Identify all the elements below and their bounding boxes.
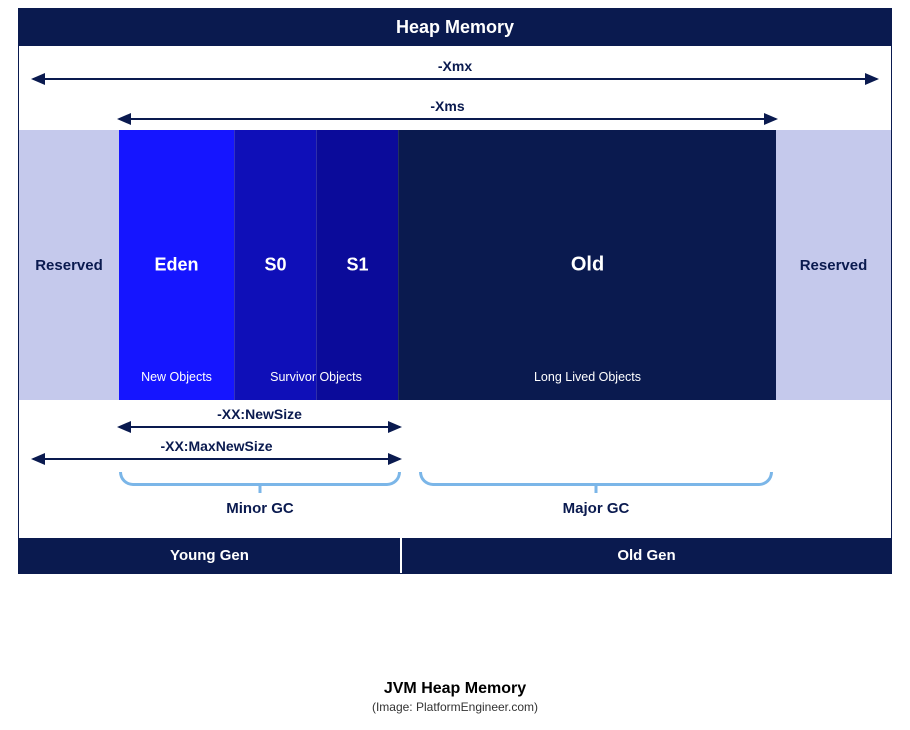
- minor-gc-brace: [119, 472, 401, 486]
- generation-row: Young Gen Old Gen: [19, 538, 891, 573]
- diagram-container: Heap Memory -Xmx -Xms Reserved Eden New …: [18, 8, 892, 574]
- caption: JVM Heap Memory (Image: PlatformEngineer…: [0, 680, 910, 714]
- caption-source: (Image: PlatformEngineer.com): [0, 700, 910, 714]
- old-gen-label: Old Gen: [402, 538, 891, 573]
- major-gc-label: Major GC: [419, 500, 773, 517]
- young-gen-label: Young Gen: [19, 538, 402, 573]
- newsize-label: -XX:NewSize: [119, 406, 400, 422]
- major-gc-brace: [419, 472, 773, 486]
- old-space: Old Long Lived Objects: [398, 130, 776, 400]
- eden-space: Eden New Objects: [119, 130, 234, 400]
- maxnewsize-label: -XX:MaxNewSize: [33, 438, 400, 454]
- xmx-arrow: -Xmx: [33, 78, 877, 80]
- eden-sub: New Objects: [119, 370, 234, 384]
- top-arrows-region: -Xmx -Xms: [19, 46, 891, 130]
- reserved-left: Reserved: [19, 130, 119, 400]
- old-title: Old: [399, 254, 776, 277]
- survivor-sub: Survivor Objects: [234, 370, 398, 384]
- memory-row: Reserved Eden New Objects Survivor Space…: [19, 130, 891, 400]
- xms-label: -Xms: [119, 98, 776, 114]
- xmx-label: -Xmx: [33, 58, 877, 74]
- reserved-right: Reserved: [776, 130, 891, 400]
- old-sub: Long Lived Objects: [399, 370, 776, 384]
- bottom-arrows-region: -XX:NewSize -XX:MaxNewSize: [19, 400, 891, 468]
- eden-title: Eden: [119, 255, 234, 276]
- xms-arrow: -Xms: [119, 118, 776, 120]
- newsize-arrow: -XX:NewSize: [119, 426, 400, 428]
- s0-space: S0: [234, 130, 316, 400]
- caption-title: JVM Heap Memory: [0, 680, 910, 698]
- s1-space: S1: [316, 130, 398, 400]
- heap-memory-title: Heap Memory: [19, 9, 891, 46]
- maxnewsize-arrow: -XX:MaxNewSize: [33, 458, 400, 460]
- s0-title: S0: [235, 255, 316, 276]
- s1-title: S1: [317, 255, 398, 276]
- minor-gc-label: Minor GC: [119, 500, 401, 517]
- survivor-container: Survivor Spaces S0 S1 Survivor Objects: [234, 130, 398, 400]
- brace-row: Minor GC Major GC: [19, 468, 891, 538]
